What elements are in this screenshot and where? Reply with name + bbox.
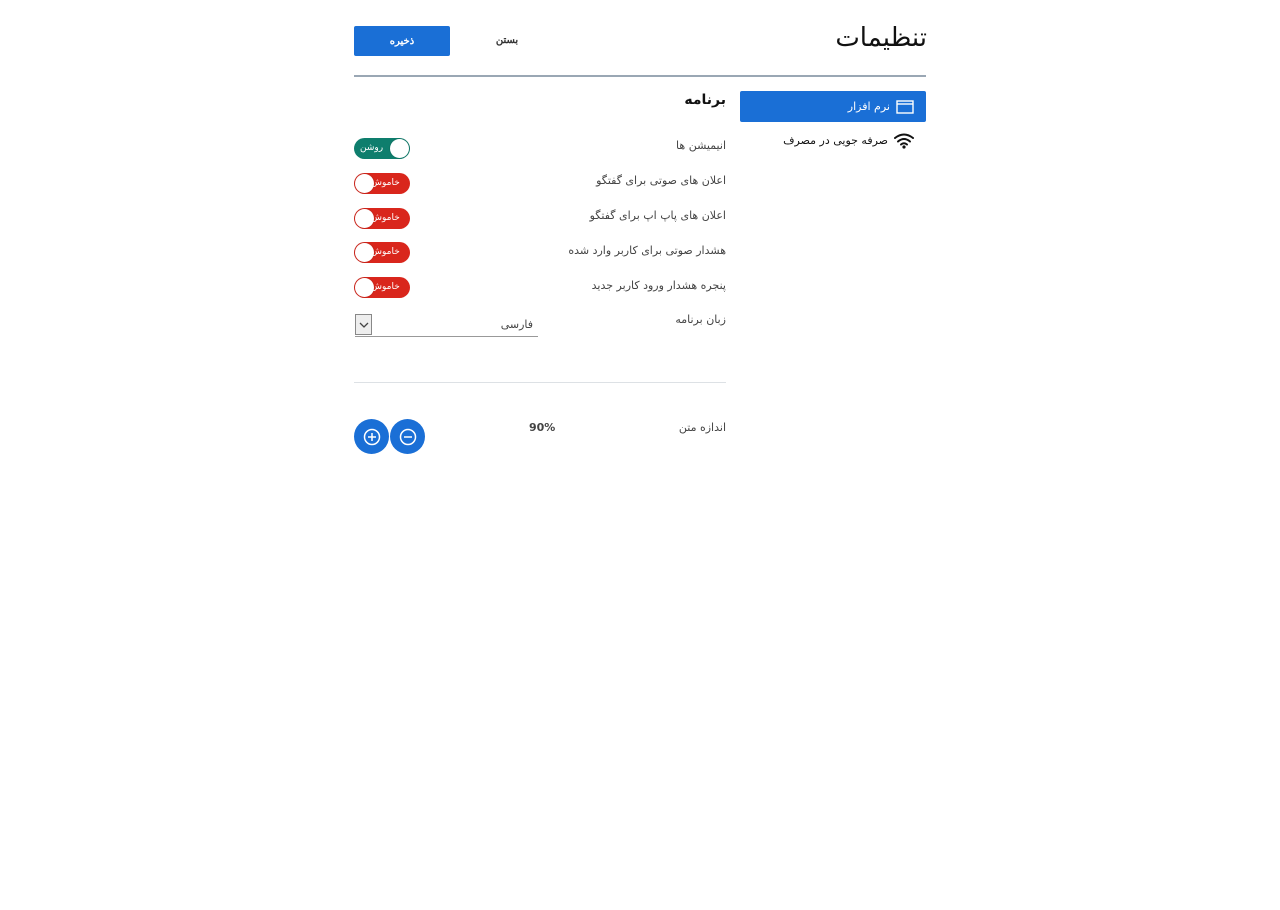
user-login-sound-alert-toggle[interactable]: خاموش	[354, 242, 410, 263]
toggle-state-label: خاموش	[371, 247, 400, 257]
chat-sound-notifications-label: اعلان های صوتی برای گفتگو	[596, 174, 726, 187]
section-title: برنامه	[684, 92, 726, 108]
page-title: تنظیمات	[835, 23, 927, 53]
chevron-down-icon	[355, 314, 372, 335]
close-button[interactable]: بستن	[478, 28, 536, 52]
toggle-knob	[355, 278, 374, 297]
toggle-knob	[355, 174, 374, 193]
app-language-select[interactable]: فارسی	[355, 314, 538, 337]
text-size-value: 90%	[529, 421, 556, 434]
sidebar-item-software[interactable]: نرم افزار	[740, 91, 926, 122]
plus-circle-icon	[363, 428, 381, 446]
chat-popup-notifications-toggle[interactable]: خاموش	[354, 208, 410, 229]
text-size-label: اندازه متن	[678, 421, 726, 434]
wifi-icon	[894, 133, 914, 149]
animations-label: انیمیشن ها	[676, 139, 726, 152]
sidebar-item-label: نرم افزار	[847, 100, 890, 113]
section-divider	[354, 382, 726, 383]
toggle-knob	[355, 209, 374, 228]
window-icon	[896, 99, 914, 114]
save-button[interactable]: ذخیره	[354, 26, 450, 56]
animations-toggle[interactable]: روشن	[354, 138, 410, 159]
toggle-state-label: خاموش	[371, 282, 400, 292]
user-login-sound-alert-label: هشدار صوتی برای کاربر وارد شده	[568, 244, 726, 257]
new-user-alert-window-toggle[interactable]: خاموش	[354, 277, 410, 298]
new-user-alert-window-label: پنجره هشدار ورود کاربر جدید	[591, 279, 726, 292]
toggle-state-label: خاموش	[371, 178, 400, 188]
minus-circle-icon	[399, 428, 417, 446]
toggle-state-label: روشن	[360, 143, 384, 153]
header-divider	[354, 75, 926, 77]
increase-text-size-button[interactable]	[354, 419, 389, 454]
toggle-knob	[355, 243, 374, 262]
sidebar-item-label: صرفه جویی در مصرف	[783, 134, 888, 147]
sidebar-item-data-saving[interactable]: صرفه جویی در مصرف	[740, 125, 926, 156]
selected-language: فارسی	[500, 318, 533, 331]
toggle-state-label: خاموش	[371, 213, 400, 223]
app-language-label: زبان برنامه	[675, 313, 726, 326]
chat-sound-notifications-toggle[interactable]: خاموش	[354, 173, 410, 194]
decrease-text-size-button[interactable]	[390, 419, 425, 454]
toggle-knob	[390, 139, 409, 158]
chat-popup-notifications-label: اعلان های پاپ اپ برای گفتگو	[589, 209, 726, 222]
